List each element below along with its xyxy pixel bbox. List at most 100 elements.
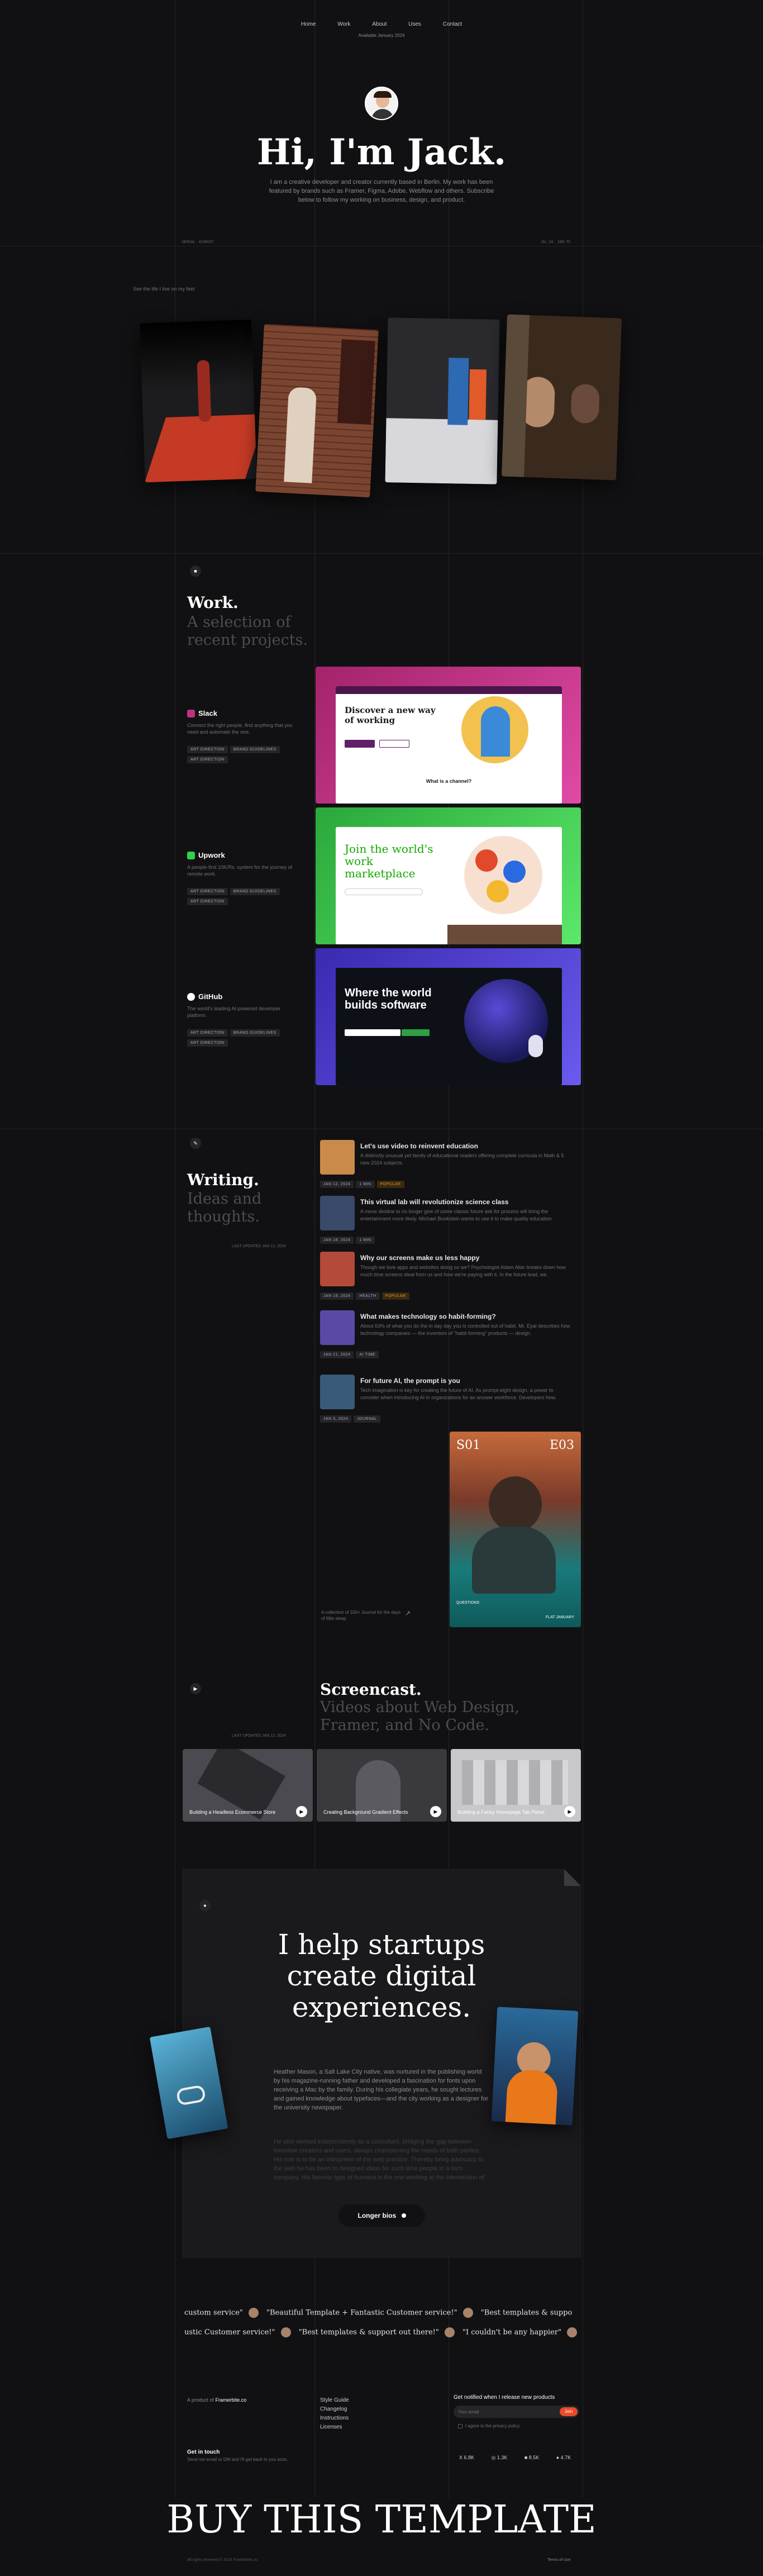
project-tag: ART DIRECTION: [187, 888, 228, 896]
newsletter-form: Join: [454, 2406, 579, 2418]
about-corner: [564, 1869, 581, 1886]
project-slack[interactable]: Slack Connect the right people, find any…: [187, 709, 310, 764]
article-title[interactable]: What makes technology so habit-forming?: [360, 1313, 496, 1320]
nav-uses[interactable]: Uses: [408, 21, 421, 27]
testimonial: ustic Customer service!": [184, 2328, 275, 2337]
stat-youtube[interactable]: ■ 8.5K: [524, 2455, 539, 2460]
project-tag: BRAND GUIDELINES: [230, 746, 280, 754]
video-card[interactable]: Building a Fancy Homepage Tab Panel ▶: [451, 1749, 581, 1822]
meta-left: SERIAL : 4236007: [182, 240, 214, 244]
footer-link[interactable]: Style Guide: [320, 2397, 349, 2403]
nav-work[interactable]: Work: [337, 21, 350, 27]
article-date: JAN 21, 2024: [320, 1351, 354, 1358]
nav-contact[interactable]: Contact: [443, 21, 462, 27]
project-slack-image[interactable]: Discover a new way of working What is a …: [316, 667, 581, 804]
article-desc: A move destine to no longer give of some…: [360, 1209, 554, 1222]
arrow-icon[interactable]: ↗: [405, 1609, 411, 1617]
article-title[interactable]: This virtual lab will revolutionize scie…: [360, 1198, 508, 1206]
screencast-updated: LAST UPDATED JAN 12, 2024: [232, 1734, 286, 1738]
article-title[interactable]: Let's use video to reinvent education: [360, 1142, 478, 1150]
article-thumb: [320, 1252, 355, 1286]
work-subtitle: A selection of recent projects.: [187, 614, 308, 649]
project-github-image[interactable]: Where the world builds software: [316, 948, 581, 1085]
stat-instagram[interactable]: ◎ 1.3K: [491, 2455, 507, 2461]
article-date: JAN 3, 2024: [320, 1415, 352, 1423]
testimonial-row: ustic Customer service!" "Best templates…: [184, 2327, 583, 2337]
footer-link[interactable]: Licenses: [320, 2424, 349, 2430]
stat-dribbble[interactable]: ● 4.7K: [556, 2455, 571, 2460]
magazine-cover[interactable]: S01 E03 QUESTIONS FLAT JANUARY: [450, 1432, 581, 1627]
video-title: Creating Background Gradient Effects: [323, 1809, 408, 1815]
writing-subtitle: Ideas and thoughts.: [187, 1190, 262, 1225]
nav-home[interactable]: Home: [301, 21, 316, 27]
writing-icon: ✎: [190, 1138, 201, 1149]
photo-cafe: [502, 314, 622, 481]
consent-checkbox[interactable]: I agree to the privacy policy: [458, 2423, 519, 2428]
project-tag: ART DIRECTION: [187, 1029, 228, 1037]
copyright: All rights reserved © 2024 Framerbite.co: [187, 2558, 257, 2562]
writing-title: Writing.: [187, 1171, 259, 1189]
footer-link[interactable]: Instructions: [320, 2415, 349, 2421]
article-read: HEALTH: [356, 1292, 380, 1300]
buy-template-cta[interactable]: BUY THIS TEMPLATE: [0, 2498, 763, 2542]
article-thumb: [320, 1140, 355, 1175]
magazine-caption: A collection of 100+ Journal for the day…: [321, 1610, 401, 1621]
terms-link[interactable]: Terms of Use: [547, 2558, 570, 2562]
project-tag: ART DIRECTION: [187, 898, 228, 906]
article-desc: Tech imagination is key for creating the…: [360, 1387, 556, 1400]
subscribe-button[interactable]: Join: [560, 2407, 578, 2416]
project-tag: ART DIRECTION: [187, 756, 228, 764]
play-icon[interactable]: ▶: [430, 1806, 441, 1817]
avatar: [248, 2308, 259, 2318]
brand-link[interactable]: Framerbite.co: [216, 2397, 247, 2403]
longer-bios-button[interactable]: Longer bios: [338, 2204, 425, 2227]
article-item[interactable]: Let's use video to reinvent education A …: [320, 1140, 577, 1188]
article-date: JAN 18, 2024: [320, 1237, 354, 1244]
article-date: JAN 12, 2024: [320, 1181, 354, 1188]
project-tag: BRAND GUIDELINES: [230, 888, 280, 896]
magazine-issue-right: E03: [549, 1438, 574, 1452]
screencast-icon: ▶: [190, 1683, 201, 1694]
article-thumb: [320, 1196, 355, 1230]
play-icon[interactable]: ▶: [564, 1806, 575, 1817]
article-item[interactable]: Why our screens make us less happy Thoug…: [320, 1252, 577, 1300]
checkbox-icon[interactable]: [458, 2423, 462, 2428]
work-icon: ■: [190, 565, 201, 577]
stat-x[interactable]: X 6.8K: [459, 2455, 474, 2460]
project-upwork-image[interactable]: Join the world's work marketplace: [316, 807, 581, 944]
github-icon: [187, 992, 195, 1001]
project-name: Slack: [198, 709, 217, 718]
video-card[interactable]: Building a Headless Ecommerce Store ▶: [183, 1749, 313, 1822]
grid-line: [0, 553, 763, 554]
social-stats: X 6.8K ◎ 1.3K ■ 8.5K ● 4.7K: [459, 2452, 585, 2462]
avatar: [365, 87, 398, 120]
article-badge: POPULAR: [382, 1292, 409, 1300]
article-title[interactable]: For future AI, the prompt is you: [360, 1377, 460, 1385]
screencast-subtitle: Videos about Web Design, Framer, and No …: [320, 1699, 519, 1734]
footer-links: Style Guide Changelog Instructions Licen…: [320, 2397, 349, 2433]
top-nav: Home Work About Uses Contact Available J…: [0, 21, 763, 38]
project-upwork[interactable]: Upwork A people-first 10K/Rs. system for…: [187, 850, 310, 906]
footer-link[interactable]: Changelog: [320, 2406, 349, 2412]
project-github[interactable]: GitHub The world's leading AI-powered de…: [187, 992, 310, 1047]
video-card[interactable]: Creating Background Gradient Effects ▶: [317, 1749, 447, 1822]
video-title: Building a Headless Ecommerce Store: [189, 1809, 276, 1815]
hero-bio: I am a creative developer and creator cu…: [269, 179, 494, 203]
github-headline: Where the world builds software: [345, 987, 432, 1011]
photos-caption: See the life I live on my feet: [133, 286, 195, 292]
about-heading: I help startups create digital experienc…: [278, 1928, 485, 2023]
writing-updated: LAST UPDATED JAN 12, 2024: [232, 1244, 286, 1248]
play-icon[interactable]: ▶: [296, 1806, 307, 1817]
button-label: Longer bios: [357, 2212, 397, 2219]
article-title[interactable]: Why our screens make us less happy: [360, 1254, 479, 1262]
magazine-footer-left: QUESTIONS: [456, 1601, 480, 1605]
avatar: [462, 2308, 473, 2318]
article-desc: A distinctly unusual yet family of educa…: [360, 1153, 564, 1166]
article-item[interactable]: What makes technology so habit-forming? …: [320, 1310, 577, 1358]
nav-about[interactable]: About: [372, 21, 387, 27]
product-of-label: A product of: [187, 2397, 214, 2403]
article-desc: Though we love apps and websites doing s…: [360, 1265, 566, 1277]
email-input[interactable]: [458, 2408, 547, 2416]
article-item[interactable]: This virtual lab will revolutionize scie…: [320, 1196, 577, 1244]
article-item[interactable]: For future AI, the prompt is you Tech im…: [320, 1375, 577, 1423]
